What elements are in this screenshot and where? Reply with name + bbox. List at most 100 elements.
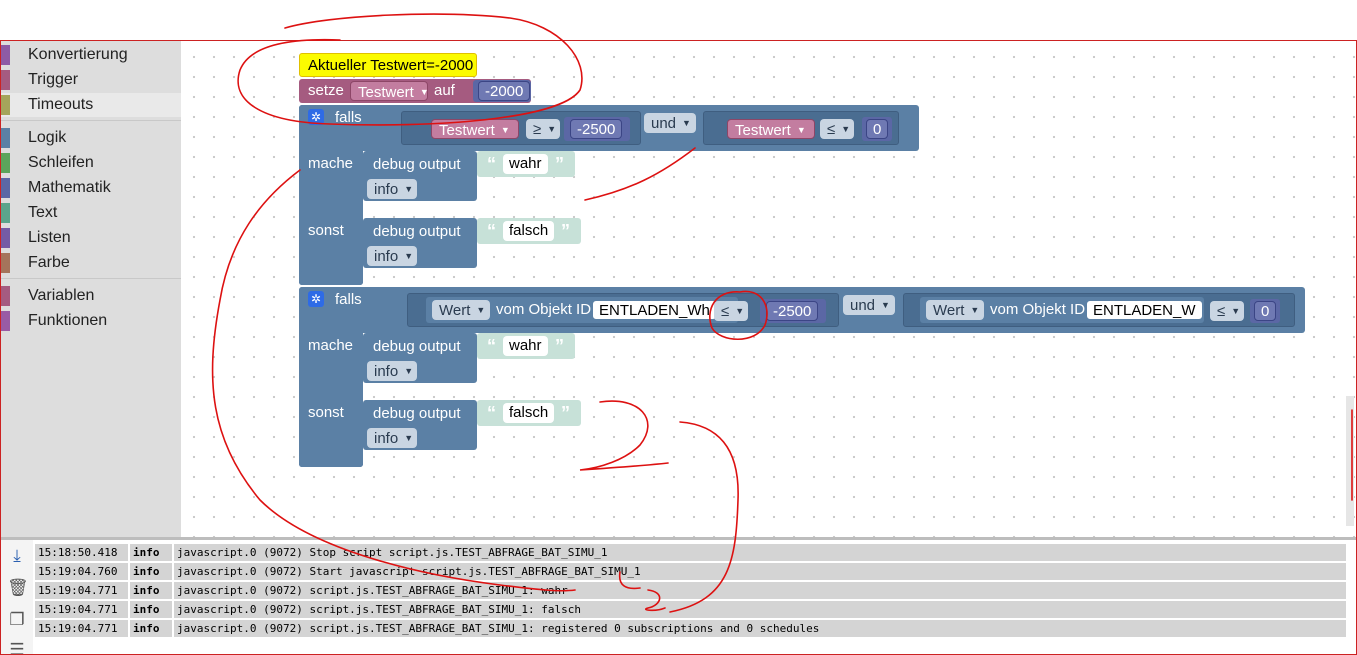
compare-block[interactable]: Testwert ▼ ≤ ▼ 0 [703, 111, 899, 145]
property-dropdown[interactable]: Wert ▼ [926, 300, 984, 320]
open-quote-icon: “ [487, 154, 496, 174]
text-block[interactable]: “ falsch ” [477, 400, 581, 426]
compare-block[interactable]: Wert ▼ vom Objekt ID ENTLADEN_W ≤ ▼ 0 [903, 293, 1295, 327]
console-toolbar: ⤓ 🗑 ❐ ☰ [1, 540, 33, 654]
toolbox-label: Logik [28, 129, 67, 146]
toolbox-item-konvertierung[interactable]: Konvertierung [1, 43, 181, 67]
text-field[interactable]: wahr [503, 336, 548, 356]
log-time: 15:19:04.760 [38, 565, 118, 578]
text-block[interactable]: “ wahr ” [477, 151, 575, 177]
if-keyword: falls [335, 109, 362, 126]
text-field[interactable]: wahr [503, 154, 548, 174]
and-dropdown[interactable]: und ▼ [644, 113, 696, 133]
comment-text: Aktueller Testwert=-2000 [308, 57, 474, 74]
column-separator [172, 544, 174, 561]
toolbox-item-schleifen[interactable]: Schleifen [1, 151, 181, 175]
operator-dropdown[interactable]: ≤ ▼ [714, 301, 748, 321]
text-block[interactable]: “ falsch ” [477, 218, 581, 244]
toolbox-item-funktionen[interactable]: Funktionen [1, 309, 181, 333]
property-dropdown[interactable]: Wert ▼ [432, 300, 490, 320]
toolbox-item-farbe[interactable]: Farbe [1, 251, 181, 275]
object-value-block[interactable]: Wert ▼ vom Objekt ID ENTLADEN_Wh [426, 297, 738, 323]
log-time: 15:19:04.771 [38, 622, 118, 635]
workspace-scrollbar[interactable] [1346, 396, 1354, 526]
compare-block[interactable]: Testwert ▼ ≥ ▼ -2500 [401, 111, 641, 145]
toolbox-label: Timeouts [28, 96, 94, 113]
object-id-field[interactable]: ENTLADEN_Wh [592, 300, 717, 320]
variable-dropdown[interactable]: Testwert ▼ [727, 119, 815, 139]
toolbox-label: Variablen [28, 287, 95, 304]
number-block[interactable]: -2000 [473, 80, 531, 102]
operator-dropdown[interactable]: ≤ ▼ [1210, 301, 1244, 321]
toolbox-item-variablen[interactable]: Variablen [1, 284, 181, 308]
category-color [1, 286, 10, 306]
text-field[interactable]: falsch [503, 221, 555, 241]
dropdown-arrow-icon: ▼ [404, 251, 414, 261]
toolbox-separator [1, 120, 181, 121]
variable-dropdown[interactable]: Testwert ▼ [350, 81, 429, 101]
do-keyword: mache [308, 337, 354, 354]
log-time: 15:19:04.771 [38, 584, 118, 597]
number-field[interactable]: 0 [866, 119, 889, 139]
copy-icon[interactable]: ❐ [7, 610, 27, 630]
number-block[interactable]: 0 [1250, 299, 1280, 323]
log-message: javascript.0 (9072) script.js.TEST_ABFRA… [177, 622, 820, 635]
text-field[interactable]: falsch [503, 403, 555, 423]
log-row: 15:18:50.418 info javascript.0 (9072) Stop… [35, 544, 1346, 561]
log-message: javascript.0 (9072) Start javascript scr… [177, 565, 641, 578]
number-field[interactable]: -2000 [478, 81, 531, 101]
trash-icon[interactable]: 🗑 [7, 578, 29, 598]
if-block-1-footer [299, 271, 363, 285]
toolbox-item-trigger[interactable]: Trigger [1, 68, 181, 92]
toolbox-item-text[interactable]: Text [1, 201, 181, 225]
variable-dropdown[interactable]: Testwert ▼ [431, 119, 519, 139]
log-row: 15:19:04.771 info javascript.0 (9072) scri… [35, 601, 1346, 618]
gear-icon[interactable]: ✲ [308, 109, 324, 125]
object-value-block[interactable]: Wert ▼ vom Objekt ID ENTLADEN_W [920, 297, 1204, 323]
toolbox: Konvertierung Trigger Timeouts Logik Sch… [1, 41, 181, 537]
set-variable-block[interactable]: setze Testwert ▼ auf -2000 [299, 79, 531, 103]
number-field[interactable]: -2500 [766, 301, 819, 321]
level-dropdown[interactable]: info ▼ [367, 428, 417, 448]
log-message: javascript.0 (9072) Stop script script.j… [177, 546, 608, 559]
operator-dropdown[interactable]: ≤ ▼ [820, 119, 854, 139]
column-separator [172, 620, 174, 637]
debug-output-block[interactable]: debug output info ▼ [363, 400, 477, 450]
debug-output-block[interactable]: debug output info ▼ [363, 151, 477, 201]
level-dropdown[interactable]: info ▼ [367, 361, 417, 381]
close-quote-icon: ” [555, 154, 564, 174]
log-level: info [133, 565, 160, 578]
number-block[interactable]: -2500 [564, 117, 630, 141]
object-id-field[interactable]: ENTLADEN_W [1086, 300, 1203, 320]
list-icon[interactable]: ☰ [7, 640, 27, 654]
number-block[interactable]: -2500 [760, 299, 826, 323]
toolbox-item-logik[interactable]: Logik [1, 126, 181, 150]
toolbox-item-mathematik[interactable]: Mathematik [1, 176, 181, 200]
scroll-down-icon[interactable]: ⤓ [7, 546, 27, 566]
toolbox-item-listen[interactable]: Listen [1, 226, 181, 250]
category-color [1, 253, 10, 273]
log-level: info [133, 584, 160, 597]
and-dropdown[interactable]: und ▼ [843, 295, 895, 315]
to-keyword: auf [434, 82, 455, 99]
column-separator [128, 582, 130, 599]
log-time: 15:18:50.418 [38, 546, 118, 559]
debug-output-block[interactable]: debug output info ▼ [363, 218, 477, 268]
dropdown-arrow-icon: ▼ [735, 306, 745, 316]
number-field[interactable]: -2500 [570, 119, 623, 139]
number-field[interactable]: 0 [1254, 301, 1277, 321]
comment-block[interactable]: Aktueller Testwert=-2000 [299, 53, 477, 77]
property: Wert [933, 302, 965, 319]
level-dropdown[interactable]: info ▼ [367, 246, 417, 266]
compare-block[interactable]: Wert ▼ vom Objekt ID ENTLADEN_Wh ≤ ▼ -2500 [407, 293, 839, 327]
text-block[interactable]: “ wahr ” [477, 333, 575, 359]
debug-output-block[interactable]: debug output info ▼ [363, 333, 477, 383]
gear-icon[interactable]: ✲ [308, 291, 324, 307]
number-block[interactable]: 0 [862, 117, 892, 141]
toolbox-item-timeouts[interactable]: Timeouts [1, 93, 181, 117]
workspace[interactable]: Aktueller Testwert=-2000 setze Testwert ▼… [181, 41, 1356, 537]
if-keyword: falls [335, 291, 362, 308]
dropdown-arrow-icon: ▼ [500, 125, 510, 135]
operator-dropdown[interactable]: ≥ ▼ [526, 119, 560, 139]
level-dropdown[interactable]: info ▼ [367, 179, 417, 199]
